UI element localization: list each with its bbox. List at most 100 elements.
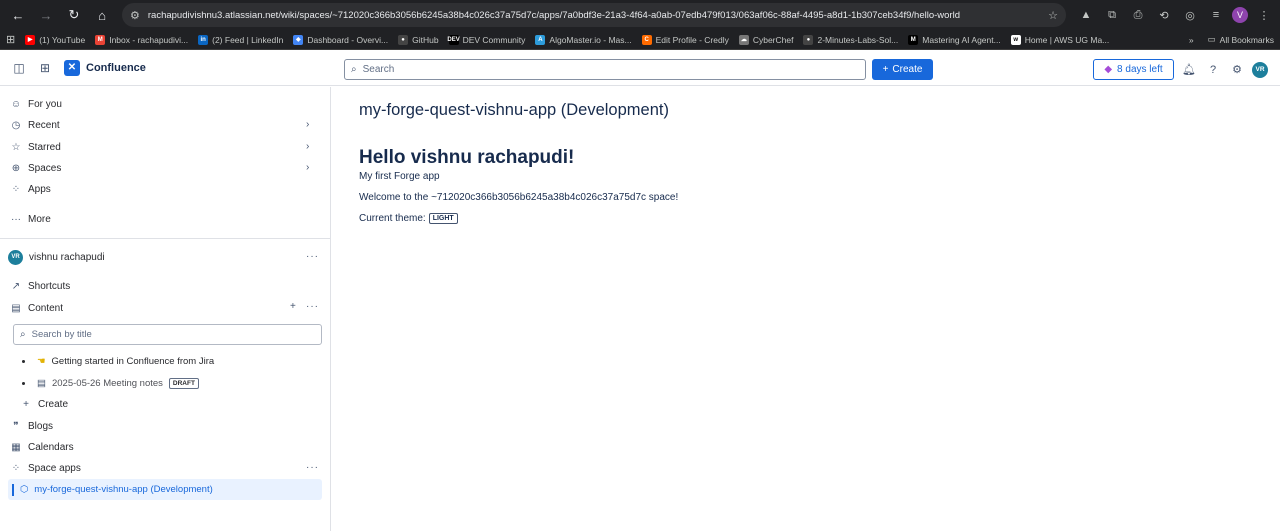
- bookmark-item[interactable]: DEV DEV Community: [447, 34, 525, 45]
- space-header[interactable]: VR vishnu rachapudi: [8, 249, 105, 265]
- chevron-right-icon[interactable]: ›: [306, 162, 309, 173]
- back-icon[interactable]: ←: [6, 3, 30, 27]
- extensions-icon[interactable]: ⧉: [1102, 5, 1122, 25]
- sidebar-toggle-icon[interactable]: ◫: [8, 57, 30, 79]
- forge-app-icon: ⬡: [20, 484, 29, 495]
- sidebar-item-spaces[interactable]: ⊕ Spaces: [10, 160, 62, 176]
- bookmark-favicon-icon: ☁: [738, 34, 749, 45]
- gem-icon: ◆: [1104, 64, 1113, 75]
- history-icon[interactable]: ⟲: [1154, 5, 1174, 25]
- address-bar[interactable]: ⚙ rachapudivishnu3.atlassian.net/wiki/sp…: [122, 3, 1066, 27]
- sidebar-item-space-apps[interactable]: ⁘ Space apps: [10, 460, 81, 476]
- site-info-icon[interactable]: ⚙: [130, 9, 140, 22]
- bookmark-star-icon[interactable]: ☆: [1048, 9, 1058, 22]
- bookmarks-overflow[interactable]: »: [1189, 35, 1194, 45]
- star-icon: ☆: [11, 141, 21, 153]
- home-icon[interactable]: ⌂: [90, 3, 114, 27]
- sidebar: ☺ For you ◷ Recent › ☆ Starred › ⊕ Spaces › …: [0, 87, 331, 531]
- bookmark-favicon-icon: C: [641, 34, 652, 45]
- bookmark-item[interactable]: A AlgoMaster.io - Mas...: [535, 34, 632, 45]
- folder-icon: ▭: [1207, 34, 1216, 44]
- help-icon[interactable]: ?: [1204, 61, 1222, 79]
- app-subtitle: My first Forge app: [359, 171, 440, 182]
- sidebar-item-more[interactable]: ··· More: [10, 211, 51, 227]
- search-by-title-input[interactable]: ⌕ Search by title: [13, 324, 322, 345]
- settings-gear-icon[interactable]: ⚙: [1228, 61, 1246, 79]
- chevron-right-icon[interactable]: ›: [306, 141, 309, 152]
- notifications-bell-icon[interactable]: 🔔︎: [1180, 61, 1198, 79]
- confluence-logo[interactable]: ✕ Confluence: [64, 59, 146, 76]
- bookmark-item[interactable]: ☁ CyberChef: [738, 34, 793, 45]
- bookmark-item[interactable]: ● GitHub: [398, 34, 439, 45]
- app-switcher-icon[interactable]: ⊞: [34, 57, 56, 79]
- bullet: [22, 381, 25, 385]
- sidebar-item-content[interactable]: ▤ Content: [10, 300, 63, 316]
- sidebar-item-starred[interactable]: ☆ Starred: [10, 139, 61, 155]
- reading-list-icon[interactable]: ≡: [1206, 5, 1226, 25]
- incognito-icon[interactable]: ◎: [1180, 5, 1200, 25]
- bookmark-item[interactable]: ◆ Dashboard - Overvi...: [293, 34, 388, 45]
- theme-badge: LIGHT: [428, 213, 458, 224]
- quote-icon: ❞: [13, 420, 19, 432]
- bookmark-favicon-icon: M: [908, 34, 919, 45]
- browser-toolbar: ← → ↻ ⌂ ⚙ rachapudivishnu3.atlassian.net…: [0, 0, 1280, 30]
- bookmarks-bar: ⊞ ▶ (1) YouTube M Inbox - rachapudivi... in(…: [0, 30, 1280, 50]
- hand-wave-icon: ☚: [37, 355, 46, 367]
- tree-item-getting-started[interactable]: ☚ Getting started in Confluence from Jir…: [22, 354, 214, 368]
- forward-icon[interactable]: →: [34, 3, 58, 27]
- search-input[interactable]: ⌕ Search: [344, 59, 866, 80]
- bookmark-favicon-icon: A: [535, 34, 546, 45]
- more-dots-icon: ···: [11, 213, 21, 225]
- sidebar-item-shortcuts[interactable]: ↗ Shortcuts: [10, 278, 70, 294]
- hello-heading: Hello vishnu rachapudi!: [359, 147, 575, 168]
- url-text[interactable]: rachapudivishnu3.atlassian.net/wiki/spac…: [148, 10, 1040, 21]
- reload-icon[interactable]: ↻: [62, 3, 86, 27]
- space-more-icon[interactable]: ···: [306, 251, 319, 262]
- sidebar-item-blogs[interactable]: ❞ Blogs: [10, 418, 53, 434]
- bookmark-favicon-icon: ▶: [25, 34, 36, 45]
- sidebar-item-for-you[interactable]: ☺ For you: [10, 96, 62, 112]
- bookmark-item[interactable]: ● 2-Minutes-Labs-Sol...: [803, 34, 898, 45]
- sidebar-item-apps[interactable]: ⁘ Apps: [10, 181, 51, 197]
- page-icon: ▤: [37, 377, 46, 389]
- chevron-right-icon[interactable]: ›: [306, 119, 309, 130]
- apps-icon: ⁘: [11, 462, 21, 474]
- space-avatar: VR: [8, 249, 23, 265]
- bookmark-item[interactable]: in (2) Feed | LinkedIn: [198, 34, 283, 45]
- tree-item-meeting-notes[interactable]: ▤ 2025-05-26 Meeting notes DRAFT: [22, 376, 199, 390]
- bookmark-item[interactable]: C Edit Profile - Credly: [641, 34, 729, 45]
- sidebar-item-calendars[interactable]: ▦ Calendars: [10, 439, 73, 455]
- all-bookmarks-folder[interactable]: ▭ All Bookmarks: [1208, 34, 1274, 45]
- bookmark-item[interactable]: ▶ (1) YouTube: [25, 34, 85, 45]
- apps-icon: ⁘: [11, 183, 21, 195]
- apps-grid-icon[interactable]: ⊞: [6, 33, 15, 46]
- chrome-menu-icon[interactable]: ⋮: [1254, 5, 1274, 25]
- theme-row: Current theme: LIGHT: [359, 213, 458, 224]
- bookmark-item[interactable]: w Home | AWS UG Ma...: [1010, 34, 1109, 45]
- drive-icon[interactable]: ▲: [1076, 5, 1096, 25]
- sidebar-item-forge-app[interactable]: ⬡ my-forge-quest-vishnu-app (Development…: [8, 479, 322, 500]
- shortcut-icon: ↗: [11, 280, 21, 292]
- bookmark-item[interactable]: M Inbox - rachapudivi...: [95, 34, 188, 45]
- printer-icon[interactable]: ⎙: [1128, 5, 1148, 25]
- sidebar-divider: [0, 238, 330, 239]
- add-content-icon[interactable]: +: [290, 301, 297, 312]
- confluence-logo-icon: ✕: [64, 59, 80, 76]
- create-page-button[interactable]: + Create: [20, 396, 68, 412]
- plus-icon: +: [23, 398, 29, 410]
- sidebar-item-recent[interactable]: ◷ Recent: [10, 117, 60, 133]
- bookmark-favicon-icon: ◆: [293, 34, 304, 45]
- calendar-icon: ▦: [11, 441, 21, 453]
- user-avatar[interactable]: VR: [1252, 61, 1268, 78]
- create-button[interactable]: + Create: [872, 59, 933, 80]
- plus-icon: +: [882, 64, 889, 75]
- content-icon: ▤: [11, 302, 21, 314]
- profile-avatar[interactable]: V: [1232, 7, 1248, 23]
- globe-icon: ⊕: [11, 162, 21, 174]
- trial-button[interactable]: ◆ 8 days left: [1093, 59, 1174, 80]
- space-apps-more-icon[interactable]: ···: [306, 462, 319, 473]
- person-icon: ☺: [10, 98, 22, 110]
- content-more-icon[interactable]: ···: [306, 301, 319, 312]
- bookmark-favicon-icon: DEV: [447, 34, 460, 45]
- bookmark-item[interactable]: M Mastering AI Agent...: [908, 34, 1001, 45]
